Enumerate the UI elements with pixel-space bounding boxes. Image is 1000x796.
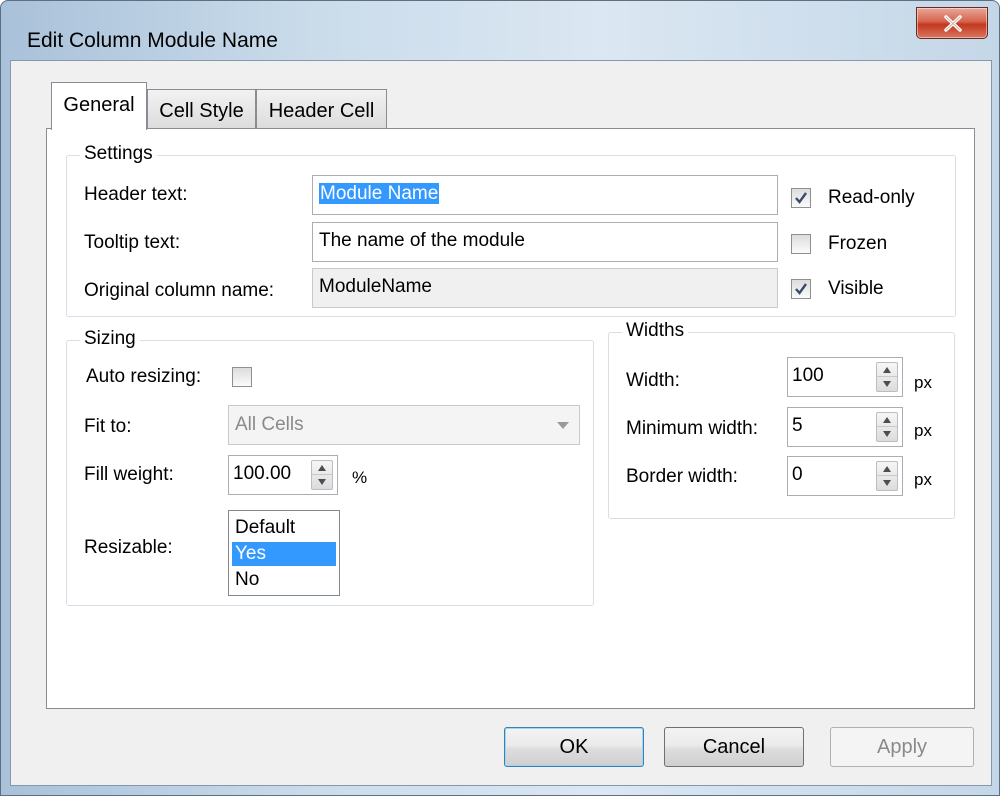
list-item[interactable]: Default bbox=[232, 516, 336, 540]
checkmark-icon bbox=[795, 192, 807, 204]
list-item-selected[interactable]: Yes bbox=[232, 542, 336, 566]
tooltip-text-label: Tooltip text: bbox=[84, 232, 181, 253]
spin-up-icon[interactable] bbox=[877, 413, 897, 427]
readonly-checkbox[interactable] bbox=[791, 188, 811, 208]
width-value: 100 bbox=[792, 365, 824, 386]
tab-general[interactable]: General bbox=[51, 82, 147, 130]
original-column-value: ModuleName bbox=[319, 276, 432, 297]
widths-group-label: Widths bbox=[622, 320, 689, 342]
spin-up-icon[interactable] bbox=[877, 462, 897, 476]
fit-to-value: All Cells bbox=[235, 414, 304, 435]
min-width-spin-buttons[interactable] bbox=[876, 412, 898, 442]
spin-up-icon[interactable] bbox=[877, 363, 897, 377]
header-text-label: Header text: bbox=[84, 184, 188, 205]
fill-weight-spin-buttons[interactable] bbox=[311, 460, 333, 490]
tab-header-cell-label: Header Cell bbox=[268, 100, 375, 122]
original-column-field: ModuleName bbox=[312, 268, 778, 308]
fill-weight-unit: % bbox=[352, 468, 368, 487]
fit-to-dropdown[interactable]: All Cells bbox=[228, 405, 580, 445]
visible-label: Visible bbox=[828, 278, 884, 299]
close-button[interactable] bbox=[916, 7, 988, 39]
frozen-label: Frozen bbox=[828, 233, 888, 254]
border-width-label: Border width: bbox=[626, 466, 738, 487]
min-width-stepper[interactable]: 5 bbox=[787, 407, 903, 447]
fill-weight-label: Fill weight: bbox=[84, 464, 174, 485]
tab-general-label: General bbox=[63, 94, 135, 116]
width-label: Width: bbox=[626, 370, 680, 391]
header-text-input[interactable]: Module Name bbox=[312, 175, 778, 215]
checkmark-icon bbox=[795, 283, 807, 295]
header-text-value: Module Name bbox=[319, 183, 440, 204]
ok-button[interactable]: OK bbox=[504, 727, 644, 767]
settings-group-label: Settings bbox=[80, 143, 157, 165]
resizable-listbox[interactable]: Default Yes No bbox=[228, 510, 340, 596]
frozen-checkbox[interactable] bbox=[791, 234, 811, 254]
spin-down-icon[interactable] bbox=[877, 476, 897, 490]
original-column-label: Original column name: bbox=[84, 280, 275, 301]
auto-resizing-checkbox[interactable] bbox=[232, 367, 252, 387]
fill-weight-value: 100.00 bbox=[233, 463, 292, 484]
readonly-label: Read-only bbox=[828, 187, 915, 208]
min-width-value: 5 bbox=[792, 415, 803, 436]
sizing-group-label: Sizing bbox=[80, 328, 140, 350]
border-width-stepper[interactable]: 0 bbox=[787, 456, 903, 496]
spin-down-icon[interactable] bbox=[312, 475, 332, 489]
spin-down-icon[interactable] bbox=[877, 427, 897, 441]
resizable-label: Resizable: bbox=[84, 537, 173, 558]
chevron-down-icon bbox=[557, 422, 569, 429]
window-title: Edit Column Module Name bbox=[27, 29, 278, 52]
spin-down-icon[interactable] bbox=[877, 377, 897, 391]
close-icon bbox=[944, 15, 962, 32]
border-width-spin-buttons[interactable] bbox=[876, 461, 898, 491]
apply-button[interactable]: Apply bbox=[830, 727, 974, 767]
visible-checkbox[interactable] bbox=[791, 279, 811, 299]
fit-to-label: Fit to: bbox=[84, 416, 132, 437]
auto-resizing-label: Auto resizing: bbox=[86, 366, 202, 387]
tab-cell-style-label: Cell Style bbox=[159, 100, 244, 122]
list-item[interactable]: No bbox=[232, 568, 336, 592]
cancel-button[interactable]: Cancel bbox=[664, 727, 804, 767]
width-stepper[interactable]: 100 bbox=[787, 357, 903, 397]
border-width-unit: px bbox=[914, 470, 932, 489]
spin-up-icon[interactable] bbox=[312, 461, 332, 475]
tooltip-text-input[interactable]: The name of the module bbox=[312, 222, 778, 262]
min-width-label: Minimum width: bbox=[626, 418, 758, 439]
fill-weight-stepper[interactable]: 100.00 bbox=[228, 455, 338, 495]
tab-header-cell[interactable]: Header Cell bbox=[256, 89, 387, 129]
border-width-value: 0 bbox=[792, 464, 803, 485]
min-width-unit: px bbox=[914, 421, 932, 440]
tooltip-text-value: The name of the module bbox=[319, 230, 525, 251]
width-unit: px bbox=[914, 373, 932, 392]
tab-cell-style[interactable]: Cell Style bbox=[147, 89, 256, 129]
width-spin-buttons[interactable] bbox=[876, 362, 898, 392]
